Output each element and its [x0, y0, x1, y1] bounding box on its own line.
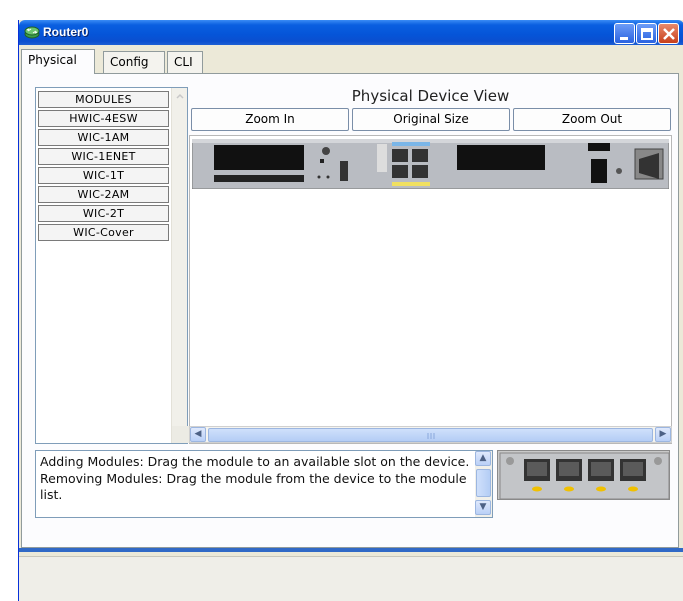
window-title: Router0 [43, 25, 89, 39]
tab-physical[interactable]: Physical [21, 49, 95, 74]
info-text: Adding Modules: Drag the module to an av… [40, 454, 470, 504]
info-scrollbar[interactable]: ▲ ▼ [475, 451, 492, 517]
physical-view-title: Physical Device View [351, 87, 510, 105]
window-bottom-divider [19, 548, 683, 552]
module-item[interactable]: WIC-2AM [38, 186, 169, 203]
scroll-right-icon[interactable]: ▶ [655, 427, 671, 442]
module-list: MODULES HWIC-4ESW WIC-1AM WIC-1ENET WIC-… [35, 87, 188, 444]
module-list-scrollbar[interactable] [171, 88, 187, 443]
info-line-adding: Adding Modules: Drag the module to an av… [40, 454, 470, 469]
scroll-down-icon[interactable]: ▼ [475, 500, 491, 515]
zoom-in-button[interactable]: Zoom In [191, 108, 349, 131]
module-item[interactable]: WIC-1ENET [38, 148, 169, 165]
scroll-thumb[interactable] [476, 469, 491, 497]
scroll-left-icon[interactable]: ◀ [190, 427, 206, 442]
device-viewport[interactable] [189, 135, 672, 444]
module-item[interactable]: WIC-1T [38, 167, 169, 184]
title-bar[interactable]: Router0 [19, 20, 683, 45]
tab-strip: Physical Config CLI [19, 49, 679, 74]
info-line-removing: Removing Modules: Drag the module from t… [40, 470, 467, 503]
router-icon [24, 25, 40, 39]
module-item[interactable]: WIC-Cover [38, 224, 169, 241]
maximize-icon [641, 28, 653, 40]
status-area [19, 556, 683, 601]
router-window: Router0 Physical Config CLI MODULES HWIC… [18, 20, 683, 601]
horizontal-scrollbar[interactable]: ◀ ▶ [189, 426, 672, 443]
close-icon [663, 28, 675, 40]
close-button[interactable] [658, 23, 679, 44]
module-preview-image [497, 450, 670, 500]
info-text-area[interactable]: Adding Modules: Drag the module to an av… [35, 450, 493, 518]
tab-config[interactable]: Config [103, 51, 165, 73]
original-size-button[interactable]: Original Size [352, 108, 510, 131]
minimize-icon [620, 37, 628, 40]
module-item[interactable]: HWIC-4ESW [38, 110, 169, 127]
maximize-button[interactable] [636, 23, 657, 44]
hwic-4esw-module-icon [499, 452, 670, 500]
minimize-button[interactable] [614, 23, 635, 44]
module-item[interactable]: WIC-2T [38, 205, 169, 222]
zoom-out-button[interactable]: Zoom Out [513, 108, 671, 131]
scroll-arrows-icon [176, 93, 184, 434]
module-item[interactable]: WIC-1AM [38, 129, 169, 146]
grip-icon [427, 433, 435, 439]
scroll-up-icon[interactable]: ▲ [475, 451, 491, 466]
scroll-corner [172, 426, 189, 443]
router-chassis-image[interactable] [192, 139, 669, 189]
scroll-thumb[interactable] [208, 428, 653, 442]
tab-cli[interactable]: CLI [167, 51, 203, 73]
modules-header: MODULES [38, 91, 169, 108]
